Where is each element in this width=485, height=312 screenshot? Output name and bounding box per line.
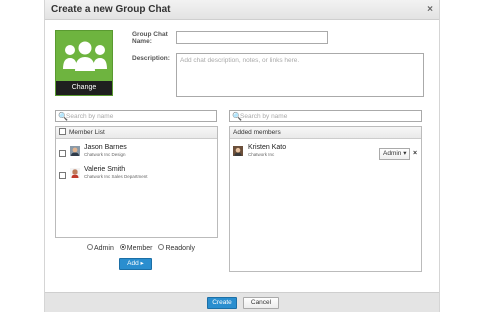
- role-label-admin: Admin: [94, 245, 114, 252]
- description-textarea[interactable]: [176, 53, 424, 97]
- role-label-member: Member: [126, 245, 153, 252]
- member-name: Kristen Kato: [248, 144, 287, 151]
- member-name: Valerie Smith: [84, 166, 126, 173]
- member-company: Chatwork Inc: [248, 152, 275, 157]
- remove-member-icon[interactable]: ×: [413, 150, 417, 157]
- member-list-header: Member List: [56, 127, 217, 139]
- group-name-label: Group Chat Name:: [132, 31, 168, 45]
- cancel-button[interactable]: Cancel: [243, 297, 279, 309]
- added-search-field[interactable]: 🔍: [229, 110, 422, 122]
- added-search-input[interactable]: [240, 112, 418, 121]
- avatar: [70, 168, 80, 178]
- dialog-titlebar: Create a new Group Chat ×: [45, 0, 439, 20]
- role-radio-group: Admin Member Readonly: [83, 244, 195, 252]
- member-role-dropdown[interactable]: Admin ▾: [379, 148, 410, 160]
- role-radio-admin[interactable]: [87, 244, 93, 250]
- avatar: [70, 146, 80, 156]
- member-company: Chatwork Inc Design: [84, 152, 126, 157]
- member-name: Jason Barnes: [84, 144, 127, 151]
- member-search-input[interactable]: [66, 112, 214, 121]
- role-radio-member[interactable]: [119, 244, 126, 250]
- member-checkbox[interactable]: [59, 150, 66, 157]
- dialog-title: Create a new Group Chat: [51, 4, 171, 15]
- list-item[interactable]: Valerie Smith Chatwork Inc Sales Departm…: [56, 165, 217, 187]
- group-name-input[interactable]: [176, 31, 328, 44]
- close-icon[interactable]: ×: [427, 4, 433, 15]
- member-search-field[interactable]: 🔍: [55, 110, 217, 122]
- select-all-checkbox[interactable]: [59, 128, 66, 135]
- add-member-button[interactable]: Add ▸: [119, 258, 152, 270]
- member-company: Chatwork Inc Sales Department: [84, 174, 148, 179]
- group-people-icon: [63, 41, 107, 71]
- group-avatar[interactable]: Change: [55, 30, 113, 96]
- member-list-title: Member List: [69, 129, 105, 136]
- create-group-chat-dialog: Create a new Group Chat × Change Group C…: [44, 0, 440, 312]
- role-label-readonly: Readonly: [165, 245, 196, 252]
- description-label: Description:: [132, 55, 170, 62]
- group-name-label-line2: Name:: [132, 38, 152, 45]
- dialog-footer: Create Cancel: [45, 292, 439, 312]
- avatar: [233, 146, 243, 156]
- list-item[interactable]: Jason Barnes Chatwork Inc Design: [56, 143, 217, 165]
- group-name-label-line1: Group Chat: [132, 31, 168, 38]
- member-checkbox[interactable]: [59, 172, 66, 179]
- change-avatar-button[interactable]: Change: [56, 81, 112, 95]
- member-list-panel: Member List Jason Barnes Chatwork Inc De…: [55, 126, 218, 238]
- create-button[interactable]: Create: [207, 297, 237, 309]
- added-members-header: Added members: [230, 127, 421, 139]
- role-radio-readonly[interactable]: [158, 244, 165, 250]
- added-members-panel: Added members Kristen Kato Chatwork Inc …: [229, 126, 422, 272]
